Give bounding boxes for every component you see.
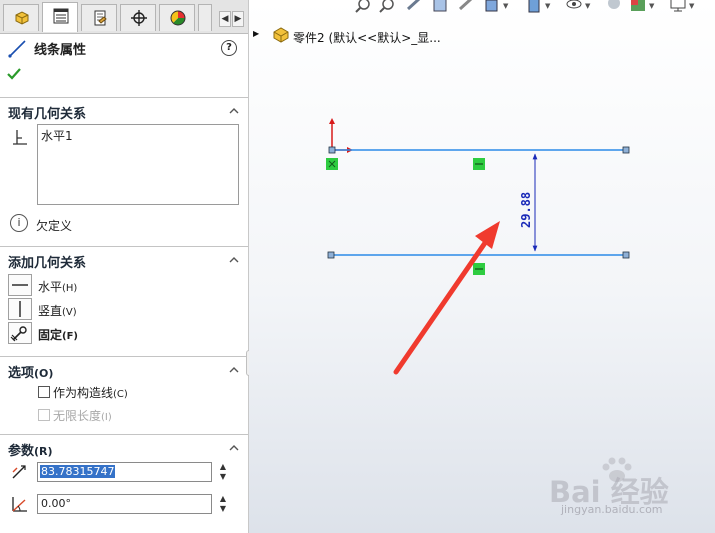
section-divider <box>0 434 248 435</box>
horizontal-relation-glyph[interactable] <box>473 158 485 170</box>
section-divider <box>0 356 248 357</box>
crosshair-icon <box>131 10 147 26</box>
existing-relations-list[interactable]: 水平1 <box>37 124 239 205</box>
length-parameter-icon <box>12 465 26 479</box>
line-endpoint[interactable] <box>622 251 630 259</box>
info-icon: i <box>10 214 28 232</box>
propertymanager-icon <box>53 8 69 24</box>
construction-checkbox[interactable] <box>38 386 50 398</box>
line-tool-icon <box>8 40 26 58</box>
display-manager-tab[interactable] <box>159 4 195 31</box>
tab-scroll-left-button[interactable]: ◀ <box>219 11 231 27</box>
relation-symbol-icon <box>13 130 27 145</box>
vertical-relation-label[interactable]: 竖直(V) <box>38 302 77 319</box>
section-divider <box>0 97 248 98</box>
infinite-length-checkbox-label: 无限长度(I) <box>53 409 112 423</box>
parameters-header[interactable]: 参数(R) <box>8 440 53 459</box>
watermark-url: jingyan.baidu.com <box>561 503 663 516</box>
ok-checkmark-icon[interactable] <box>6 66 22 82</box>
length-spinner[interactable]: ▲ ▼ <box>218 462 228 482</box>
propertymanager-tab[interactable] <box>42 2 78 32</box>
dimension-value[interactable]: 29.88 <box>519 192 533 228</box>
fix-relation-label[interactable]: 固定(F) <box>38 326 78 343</box>
configurationmanager-icon <box>94 10 107 26</box>
collapse-chevron-icon[interactable] <box>228 364 240 376</box>
length-value: 83.78315747 <box>40 465 116 478</box>
graphics-area[interactable]: ▼ ▼ ▼ ▼ ▼ ▶ 零件2 (默认<<默认>_显... 29.88 Bai … <box>249 0 715 533</box>
infinite-length-checkbox <box>38 409 50 421</box>
line-endpoint[interactable] <box>327 251 335 259</box>
angle-input[interactable]: 0.00° <box>37 494 212 514</box>
annotation-arrow <box>393 221 500 375</box>
construction-checkbox-label[interactable]: 作为构造线(C) <box>53 384 128 401</box>
options-header[interactable]: 选项(O) <box>8 362 53 381</box>
tab-scroll-right-button[interactable]: ▶ <box>232 11 244 27</box>
line-endpoint[interactable] <box>622 146 630 154</box>
horizontal-relation-glyph[interactable] <box>473 263 485 275</box>
pm-title-text: 线条属性 <box>34 43 87 58</box>
configurationmanager-tab[interactable] <box>81 4 117 31</box>
baidu-watermark: Bai 经验 jingyan.baidu.com <box>549 455 709 520</box>
angle-parameter-icon <box>12 497 27 512</box>
collapse-chevron-icon[interactable] <box>228 105 240 117</box>
help-button[interactable]: ? <box>221 40 237 56</box>
manager-tab-bar: ◀ ▶ <box>0 0 248 34</box>
horizontal-relation-icon <box>12 284 28 286</box>
length-input[interactable]: 83.78315747 <box>37 462 212 482</box>
fix-anchor-icon <box>10 326 27 342</box>
existing-relations-header[interactable]: 现有几何关系 <box>8 103 86 122</box>
property-manager-panel: ◀ ▶ 线条属性 ? 现有几何关系 水平1 i 欠定义 添加几何关系 水平(H)… <box>0 0 249 533</box>
horizontal-relation-label[interactable]: 水平(H) <box>38 278 77 295</box>
collapse-chevron-icon[interactable] <box>228 254 240 266</box>
add-relations-header[interactable]: 添加几何关系 <box>8 252 86 271</box>
line-endpoint[interactable] <box>328 146 336 154</box>
relation-item-horizontal1[interactable]: 水平1 <box>41 127 73 144</box>
definition-status: 欠定义 <box>36 219 73 233</box>
fix-relation-button[interactable] <box>8 322 32 344</box>
appearance-sphere-icon <box>170 10 186 26</box>
coincident-relation-glyph[interactable] <box>326 158 338 170</box>
collapse-chevron-icon[interactable] <box>228 442 240 454</box>
angle-value: 0.00° <box>41 497 71 510</box>
featuremanager-icon <box>15 11 29 25</box>
dimxpert-tab[interactable] <box>120 4 156 31</box>
horizontal-relation-button[interactable] <box>8 274 32 296</box>
vertical-relation-icon <box>19 301 21 317</box>
featuremanager-tab[interactable] <box>3 4 39 31</box>
more-tabs-slot <box>198 4 212 31</box>
vertical-relation-button[interactable] <box>8 298 32 320</box>
sketch-canvas: 29.88 <box>326 118 630 375</box>
section-divider <box>0 246 248 247</box>
angle-spinner[interactable]: ▲ ▼ <box>218 494 228 514</box>
